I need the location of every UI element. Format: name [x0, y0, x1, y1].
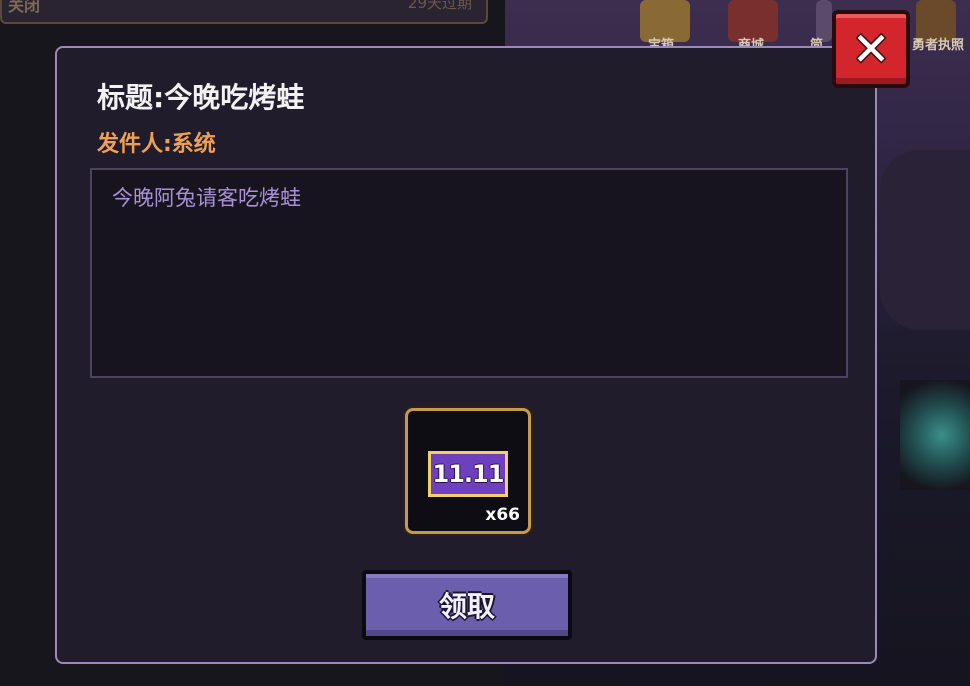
- nav-label-license: 勇者执照: [912, 38, 965, 53]
- claim-button-label: 领取: [438, 590, 495, 623]
- ticket-icon-text: 11.11: [432, 460, 505, 488]
- mail-dialog: 标题:今晚吃烤蛙 发件人:系统 今晚阿兔请客吃烤蛙 11.11 x66 领取: [55, 46, 877, 664]
- attachment-count: x66: [485, 505, 520, 525]
- mail-body-text: 今晚阿兔请客吃烤蛙: [112, 186, 301, 210]
- attachment-slot[interactable]: 11.11 x66: [405, 408, 531, 534]
- claim-button[interactable]: 领取: [362, 570, 572, 640]
- background-mail-tab: 关闭 29天过期: [0, 0, 488, 24]
- close-button[interactable]: ✕: [832, 10, 910, 88]
- mail-sender: 发件人:系统: [97, 132, 216, 157]
- background-tab-expiry: 29天过期: [407, 0, 472, 12]
- background-glow: [900, 380, 970, 490]
- mail-body-box: 今晚阿兔请客吃烤蛙: [90, 168, 848, 378]
- background-scenery: [880, 150, 970, 330]
- close-icon: ✕: [851, 22, 891, 76]
- background-tab-text: 关闭: [8, 0, 41, 15]
- mail-title: 标题:今晚吃烤蛙: [97, 81, 305, 114]
- ticket-icon: 11.11: [428, 451, 508, 497]
